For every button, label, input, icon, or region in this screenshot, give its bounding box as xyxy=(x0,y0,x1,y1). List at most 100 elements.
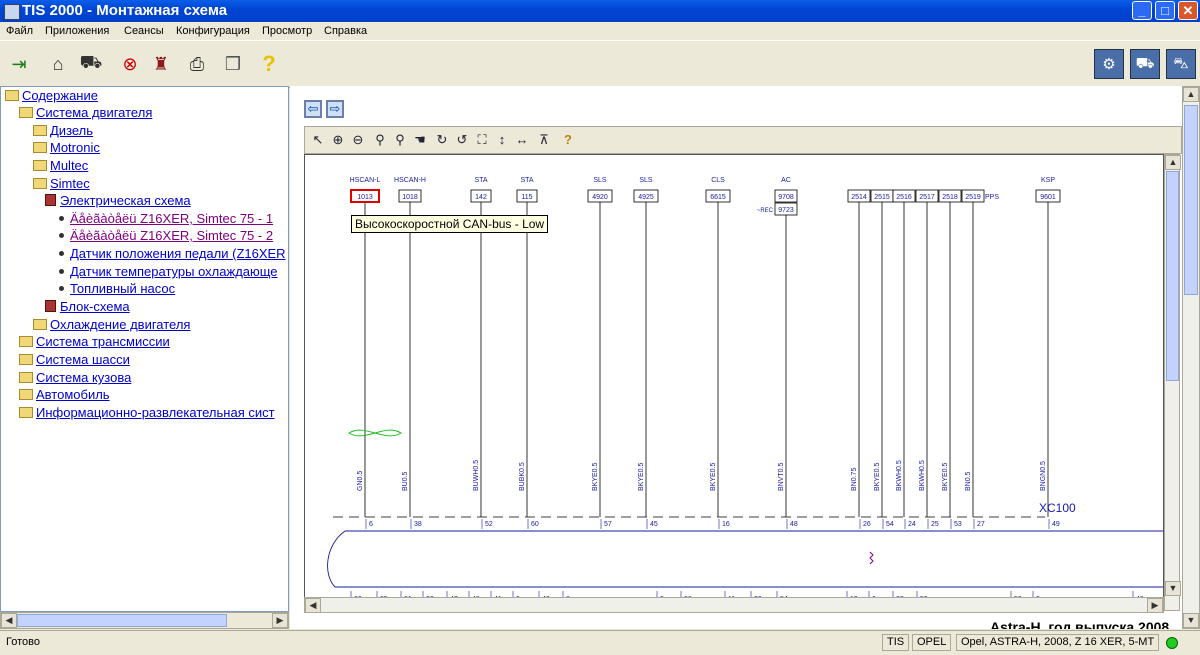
connector-label: SLS xyxy=(639,177,653,184)
wiring-diagram[interactable]: HSCAN-L 1013 GN0.5 6 HSCAN-H 1018 BU0.5 38 STA 14… xyxy=(304,154,1164,611)
forward-arrow-icon[interactable]: ⇨ xyxy=(326,100,344,118)
tree-item-diesel[interactable]: Дизель xyxy=(33,123,93,139)
scroll-right-icon[interactable]: ▶ xyxy=(272,613,288,628)
diagnostics-icon[interactable]: ⚙ xyxy=(1094,49,1124,79)
connector-label: STA xyxy=(520,177,533,184)
tree-item-vehicle[interactable]: Автомобиль xyxy=(19,387,110,403)
scroll-right-icon[interactable]: ▶ xyxy=(1147,598,1163,613)
window-title: TIS 2000 - Монтажная схема xyxy=(22,2,228,19)
scroll-up-icon[interactable]: ▲ xyxy=(1165,155,1181,170)
menu-applications[interactable]: Приложения xyxy=(45,25,109,37)
menu-file[interactable]: Файл xyxy=(6,25,33,37)
pin-number: 60 xyxy=(531,521,539,528)
tree-item-electrical-diagram[interactable]: Электрическая схема xyxy=(45,193,191,209)
scrollbar-thumb[interactable] xyxy=(1184,105,1198,295)
status-app: TIS xyxy=(882,634,910,651)
zoom-icon[interactable]: ⚲ xyxy=(371,131,389,149)
menu-sessions[interactable]: Сеансы xyxy=(124,25,164,37)
wire-color-label: BN0.75 xyxy=(851,468,858,491)
close-button[interactable]: ✕ xyxy=(1178,1,1198,20)
pin-number: 6 xyxy=(369,521,373,528)
tree-item-block-diagram[interactable]: Блок-схема xyxy=(45,299,130,315)
person-icon[interactable]: ♜ xyxy=(150,53,172,75)
connector-label: HSCAN-H xyxy=(394,177,426,184)
wire-color-label: BUWH0.5 xyxy=(473,460,480,491)
tree-item-engine-system[interactable]: Система двигателя xyxy=(19,105,152,121)
scroll-down-icon[interactable]: ▼ xyxy=(1165,581,1181,596)
wire-color-label: BKYE0.5 xyxy=(874,462,881,491)
zoom-in-icon[interactable]: ⊕ xyxy=(329,131,347,149)
menu-configuration[interactable]: Конфигурация xyxy=(176,25,250,37)
tree-item-contents[interactable]: Содержание xyxy=(5,88,98,104)
tree-horizontal-scrollbar[interactable]: ◀ ▶ xyxy=(0,612,289,629)
scrollbar-thumb[interactable] xyxy=(17,614,227,627)
connector-label: HSCAN-L xyxy=(350,177,381,184)
folder-icon xyxy=(33,142,47,153)
tree-item-engine-cooling[interactable]: Охлаждение двигателя xyxy=(33,317,190,333)
status-bar: Готово TIS OPEL Opel, ASTRA-H, 2008, Z 1… xyxy=(0,630,1200,655)
scroll-left-icon[interactable]: ◀ xyxy=(1,613,17,628)
stop-icon[interactable]: ⊗ xyxy=(119,53,141,75)
tree-item-infotainment[interactable]: Информационно-развлекательная сист xyxy=(19,405,275,421)
bullet-icon xyxy=(59,269,64,274)
folder-open-icon xyxy=(5,90,19,101)
help-question-icon[interactable]: ? xyxy=(258,51,280,76)
connector-label: KSP xyxy=(1041,177,1055,184)
tree-item-chassis[interactable]: Система шасси xyxy=(19,352,130,368)
car-icon[interactable]: ⛟ xyxy=(80,52,103,75)
back-arrow-icon[interactable]: ⇦ xyxy=(304,100,322,118)
zoom-area-icon[interactable]: ⚲ xyxy=(391,131,409,149)
diagram-horizontal-scrollbar[interactable]: ◀ ▶ xyxy=(304,597,1164,613)
tree-item-simtec[interactable]: Simtec xyxy=(33,176,90,192)
home-icon[interactable]: ⌂ xyxy=(47,53,69,75)
exit-icon[interactable]: ⇥ xyxy=(8,53,30,75)
wire-color-label: BKYE0.5 xyxy=(942,462,949,491)
connector-code: 9601 xyxy=(1040,194,1056,201)
pin-number: 26 xyxy=(863,521,871,528)
pan-hand-icon[interactable]: ☚ xyxy=(411,131,429,149)
folder-icon xyxy=(19,354,33,365)
bullet-icon xyxy=(59,286,64,291)
scrollbar-thumb[interactable] xyxy=(1166,171,1179,381)
tree-item-motronic[interactable]: Motronic xyxy=(33,140,100,156)
diagram-toolbar: ↖ ⊕ ⊖ ⚲ ⚲ ☚ ↻ ↺ ⛶ ↕ ↔ ⊼ ? xyxy=(304,126,1182,154)
tree-item-pedal-sensor[interactable]: Датчик положения педали (Z16XER xyxy=(57,246,286,262)
diagram-caption: Astra-H, год выпуска 2008 xyxy=(990,619,1170,629)
menu-help[interactable]: Справка xyxy=(324,25,367,37)
car-view-icon[interactable]: ⛍ xyxy=(1166,49,1196,79)
tree-item-multec[interactable]: Multec xyxy=(33,158,88,174)
zoom-out-icon[interactable]: ⊖ xyxy=(349,131,367,149)
print-icon[interactable]: ⎙ xyxy=(186,53,208,75)
tree-item-engine-sheet-1[interactable]: Äåèãàòåëü Z16XER, Simtec 75 - 1 xyxy=(57,211,273,227)
connection-status-icon xyxy=(1166,637,1178,649)
menu-view[interactable]: Просмотр xyxy=(262,25,312,37)
fit-width-icon[interactable]: ↔ xyxy=(513,131,531,149)
book-icon[interactable]: ❒ xyxy=(222,53,244,75)
connector-code: 2515 xyxy=(874,194,890,201)
rotate-right-icon[interactable]: ↻ xyxy=(433,131,451,149)
tree-item-transmission[interactable]: Система трансмиссии xyxy=(19,334,170,350)
connector-code: 6615 xyxy=(710,194,726,201)
fit-height-icon[interactable]: ↕ xyxy=(493,131,511,149)
pin-number: 45 xyxy=(650,521,658,528)
minimize-button[interactable]: _ xyxy=(1132,1,1152,20)
pin-number: 52 xyxy=(485,521,493,528)
scroll-down-icon[interactable]: ▼ xyxy=(1183,613,1199,628)
diagram-vertical-scrollbar[interactable]: ▲ ▼ xyxy=(1164,154,1181,611)
vehicle-select-icon[interactable]: ⛟ xyxy=(1130,49,1160,79)
fit-all-icon[interactable]: ⛶ xyxy=(473,131,491,149)
maximize-button[interactable]: □ xyxy=(1155,1,1175,20)
help-question-icon[interactable]: ? xyxy=(559,131,577,149)
rotate-left-icon[interactable]: ↺ xyxy=(453,131,471,149)
scroll-left-icon[interactable]: ◀ xyxy=(305,598,321,613)
scroll-up-icon[interactable]: ▲ xyxy=(1183,87,1199,102)
tooltip: Высокоскоростной CAN-bus - Low xyxy=(351,215,549,233)
tree-item-body[interactable]: Система кузова xyxy=(19,370,131,386)
tree-item-engine-sheet-2[interactable]: Äåèãàòåëü Z16XER, Simtec 75 - 2 xyxy=(57,228,273,244)
measure-icon[interactable]: ⊼ xyxy=(535,131,553,149)
select-arrow-icon[interactable]: ↖ xyxy=(309,131,327,149)
tree-item-fuel-pump[interactable]: Топливный насос xyxy=(57,281,175,297)
page-vertical-scrollbar[interactable]: ▲ ▼ xyxy=(1182,86,1200,629)
wire-color-label: BKWH0.5 xyxy=(896,460,903,491)
tree-item-coolant-sensor[interactable]: Датчик температуры охлаждающе xyxy=(57,264,278,280)
